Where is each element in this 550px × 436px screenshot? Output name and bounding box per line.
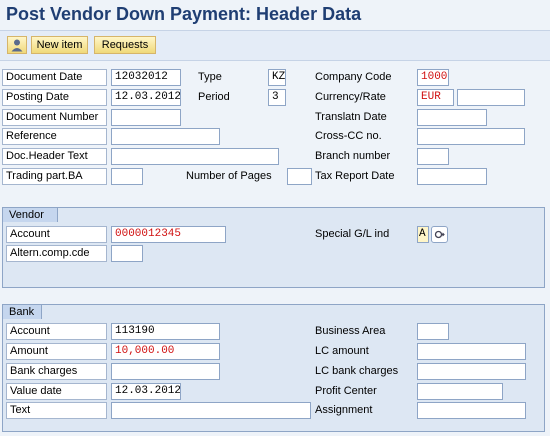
text-field[interactable]: [111, 402, 311, 419]
vendor-group-tab: Vendor: [2, 207, 58, 222]
value-help-icon[interactable]: [431, 226, 448, 243]
translation-date-label: Translatn Date: [315, 111, 387, 123]
new-item-button[interactable]: New item: [31, 36, 88, 54]
type-label: Type: [198, 71, 222, 83]
doc-header-text-field[interactable]: [111, 148, 279, 165]
profit-center-field[interactable]: [417, 383, 503, 400]
tax-report-date-field[interactable]: [417, 168, 487, 185]
value-date-field[interactable]: 12.03.2012: [111, 383, 181, 400]
requests-button[interactable]: Requests: [94, 36, 156, 54]
person-icon[interactable]: [7, 36, 27, 54]
altern-comp-cde-field[interactable]: [111, 245, 143, 262]
profit-center-label: Profit Center: [315, 385, 377, 397]
tax-report-date-label: Tax Report Date: [315, 170, 395, 182]
altern-comp-cde-label: Altern.comp.cde: [6, 245, 107, 262]
value-date-label: Value date: [6, 383, 107, 400]
period-field[interactable]: 3: [268, 89, 286, 106]
cross-cc-no-label: Cross-CC no.: [315, 130, 382, 142]
cross-cc-no-field[interactable]: [417, 128, 525, 145]
posting-date-label: Posting Date: [2, 89, 107, 106]
company-code-field[interactable]: 1000: [417, 69, 449, 86]
lc-bank-charges-label: LC bank charges: [315, 365, 399, 377]
lc-amount-field[interactable]: [417, 343, 526, 360]
document-date-field[interactable]: 12032012: [111, 69, 181, 86]
doc-header-text-label: Doc.Header Text: [2, 148, 107, 165]
lc-amount-label: LC amount: [315, 345, 369, 357]
lc-bank-charges-field[interactable]: [417, 363, 526, 380]
bank-charges-field[interactable]: [111, 363, 220, 380]
document-number-label: Document Number: [2, 109, 107, 126]
application-toolbar: New item Requests: [0, 30, 550, 61]
document-number-field[interactable]: [111, 109, 181, 126]
trading-part-ba-label: Trading part.BA: [2, 168, 107, 185]
business-area-field[interactable]: [417, 323, 449, 340]
currency-rate-label: Currency/Rate: [315, 91, 386, 103]
reference-label: Reference: [2, 128, 107, 145]
period-label: Period: [198, 91, 230, 103]
number-of-pages-field[interactable]: [287, 168, 312, 185]
bank-group-tab: Bank: [2, 304, 42, 319]
translation-date-field[interactable]: [417, 109, 487, 126]
amount-field[interactable]: 10,000.00: [111, 343, 220, 360]
branch-number-field[interactable]: [417, 148, 449, 165]
currency-field[interactable]: EUR: [417, 89, 454, 106]
assignment-field[interactable]: [417, 402, 526, 419]
type-field[interactable]: KZ: [268, 69, 286, 86]
branch-number-label: Branch number: [315, 150, 391, 162]
exchange-rate-field[interactable]: [457, 89, 525, 106]
posting-date-field[interactable]: 12.03.2012: [111, 89, 181, 106]
special-gl-ind-field[interactable]: A: [417, 226, 429, 243]
number-of-pages-label: Number of Pages: [186, 170, 272, 182]
bank-account-field[interactable]: 113190: [111, 323, 220, 340]
assignment-label: Assignment: [315, 404, 373, 416]
bank-account-label: Account: [6, 323, 107, 340]
page-title: Post Vendor Down Payment: Header Data: [6, 4, 362, 24]
company-code-label: Company Code: [315, 71, 392, 83]
vendor-account-label: Account: [6, 226, 107, 243]
vendor-account-field[interactable]: 0000012345: [111, 226, 226, 243]
bank-charges-label: Bank charges: [6, 363, 107, 380]
business-area-label: Business Area: [315, 325, 386, 337]
text-label: Text: [6, 402, 107, 419]
reference-field[interactable]: [111, 128, 220, 145]
special-gl-ind-label: Special G/L ind: [315, 228, 390, 240]
amount-label: Amount: [6, 343, 107, 360]
document-date-label: Document Date: [2, 69, 107, 86]
trading-part-ba-field[interactable]: [111, 168, 143, 185]
